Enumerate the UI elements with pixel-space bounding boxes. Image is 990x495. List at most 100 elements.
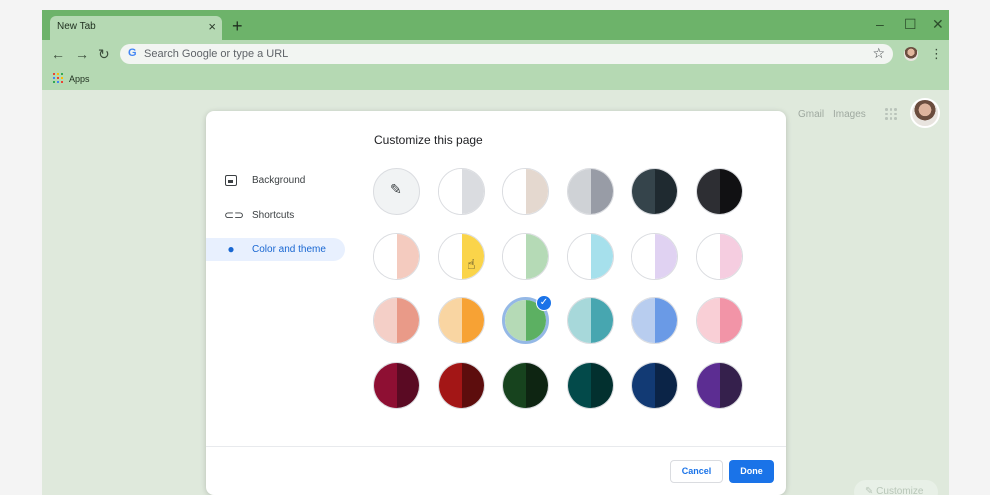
nav-item-background[interactable]: Background: [206, 169, 345, 192]
images-link[interactable]: Images: [833, 109, 866, 120]
theme-swatch-yellow[interactable]: [438, 233, 485, 280]
theme-swatch-pink[interactable]: [696, 233, 743, 280]
swatch-left-half: [632, 234, 655, 279]
swatch-right-half: [590, 363, 613, 408]
account-avatar[interactable]: [910, 98, 940, 128]
forward-icon[interactable]: →: [75, 46, 89, 62]
close-tab-icon[interactable]: ×: [208, 19, 216, 35]
theme-swatch-default-grey[interactable]: [438, 168, 485, 215]
swatch-left-half: [503, 169, 526, 214]
swatch-left-half: [439, 234, 462, 279]
minimize-icon[interactable]: –: [876, 16, 884, 32]
swatch-right-half: [654, 234, 677, 279]
tab-new-tab[interactable]: New Tab ×: [50, 16, 222, 40]
address-bar[interactable]: G Search Google or type a URL ☆: [120, 44, 893, 64]
swatch-left-half: [568, 363, 591, 408]
swatch-left-half: [697, 298, 720, 343]
theme-swatch-rose[interactable]: [696, 297, 743, 344]
nav-item-color-and-theme[interactable]: ● Color and theme: [206, 238, 345, 261]
swatch-right-half: [525, 169, 548, 214]
swatch-right-half: [396, 234, 419, 279]
google-apps-icon[interactable]: [885, 108, 897, 120]
swatch-right-half: [654, 363, 677, 408]
back-icon[interactable]: ←: [51, 46, 65, 62]
theme-swatch-navy[interactable]: [631, 362, 678, 409]
theme-swatch-orange[interactable]: [438, 297, 485, 344]
palette-icon: ●: [227, 242, 235, 256]
swatch-right-half: [525, 363, 548, 408]
theme-swatch-warm-grey[interactable]: [502, 168, 549, 215]
swatch-right-half: [461, 298, 484, 343]
window-close-icon[interactable]: ✕: [932, 16, 944, 32]
theme-swatch-forest[interactable]: [502, 362, 549, 409]
swatch-left-half: [374, 298, 397, 343]
google-icon: G: [128, 47, 137, 59]
customize-label: Customize: [876, 486, 924, 495]
swatch-left-half: [439, 169, 462, 214]
swatch-left-half: [697, 363, 720, 408]
customize-button[interactable]: ✎ Customize: [854, 480, 938, 495]
swatch-left-half: [568, 169, 591, 214]
tab-strip: New Tab × + – ☐ ✕: [42, 10, 949, 40]
swatch-left-half: [697, 234, 720, 279]
swatch-left-half: [697, 169, 720, 214]
cancel-button[interactable]: Cancel: [670, 460, 723, 483]
swatch-right-half: [590, 234, 613, 279]
theme-swatch-sky[interactable]: [567, 233, 614, 280]
swatch-left-half: [439, 363, 462, 408]
theme-swatch-blue[interactable]: [631, 297, 678, 344]
theme-swatch-peach[interactable]: [373, 233, 420, 280]
swatch-right-half: [719, 234, 742, 279]
done-button[interactable]: Done: [729, 460, 774, 483]
apps-icon[interactable]: [53, 73, 63, 83]
swatch-left-half: [439, 298, 462, 343]
profile-avatar-icon[interactable]: [904, 47, 918, 61]
theme-swatch-purple[interactable]: [696, 362, 743, 409]
swatch-left-half: [568, 234, 591, 279]
swatch-left-half: [374, 234, 397, 279]
theme-swatch-slate[interactable]: [631, 168, 678, 215]
nav-item-shortcuts[interactable]: ⊂⊃ Shortcuts: [206, 204, 345, 227]
footer-divider: [206, 446, 786, 447]
theme-swatch-dark-teal[interactable]: [567, 362, 614, 409]
swatch-right-half: [654, 298, 677, 343]
link-icon: ⊂⊃: [224, 208, 245, 222]
swatch-right-half: [525, 234, 548, 279]
maximize-icon[interactable]: ☐: [904, 16, 917, 32]
pencil-icon: ✎: [865, 486, 877, 495]
dialog-title: Customize this page: [374, 133, 483, 147]
swatch-left-half: [503, 363, 526, 408]
swatch-left-half: [503, 234, 526, 279]
theme-swatch-teal[interactable]: [567, 297, 614, 344]
swatch-left-half: [505, 300, 526, 341]
bookmark-star-icon[interactable]: ☆: [872, 45, 885, 62]
hand-cursor-icon: ☝: [467, 256, 476, 272]
reload-icon[interactable]: ↻: [98, 46, 110, 62]
swatch-right-half: [396, 363, 419, 408]
menu-icon[interactable]: ⋮: [930, 46, 943, 62]
theme-swatch-black[interactable]: [696, 168, 743, 215]
theme-swatch-mint[interactable]: [502, 233, 549, 280]
gmail-link[interactable]: Gmail: [798, 109, 824, 120]
pencil-icon: ✎: [390, 181, 402, 197]
swatch-right-half: [461, 363, 484, 408]
bookmarks-bar: Apps: [42, 68, 949, 90]
theme-swatch-custom[interactable]: ✎: [373, 168, 420, 215]
nav-label-shortcuts: Shortcuts: [252, 210, 295, 221]
swatch-left-half: [632, 169, 655, 214]
swatch-left-half: [632, 363, 655, 408]
theme-swatch-salmon[interactable]: [373, 297, 420, 344]
apps-link[interactable]: Apps: [69, 74, 90, 84]
swatch-left-half: [632, 298, 655, 343]
theme-swatch-lavender[interactable]: [631, 233, 678, 280]
swatch-left-half: [568, 298, 591, 343]
swatch-right-half: [719, 169, 742, 214]
swatch-right-half: [461, 169, 484, 214]
new-tab-button[interactable]: +: [232, 16, 243, 36]
nav-label-color-theme: Color and theme: [252, 244, 326, 255]
theme-swatch-cool-grey[interactable]: [567, 168, 614, 215]
tab-title: New Tab: [57, 21, 96, 32]
image-icon: [225, 175, 237, 186]
theme-swatch-maroon[interactable]: [438, 362, 485, 409]
theme-swatch-crimson[interactable]: [373, 362, 420, 409]
